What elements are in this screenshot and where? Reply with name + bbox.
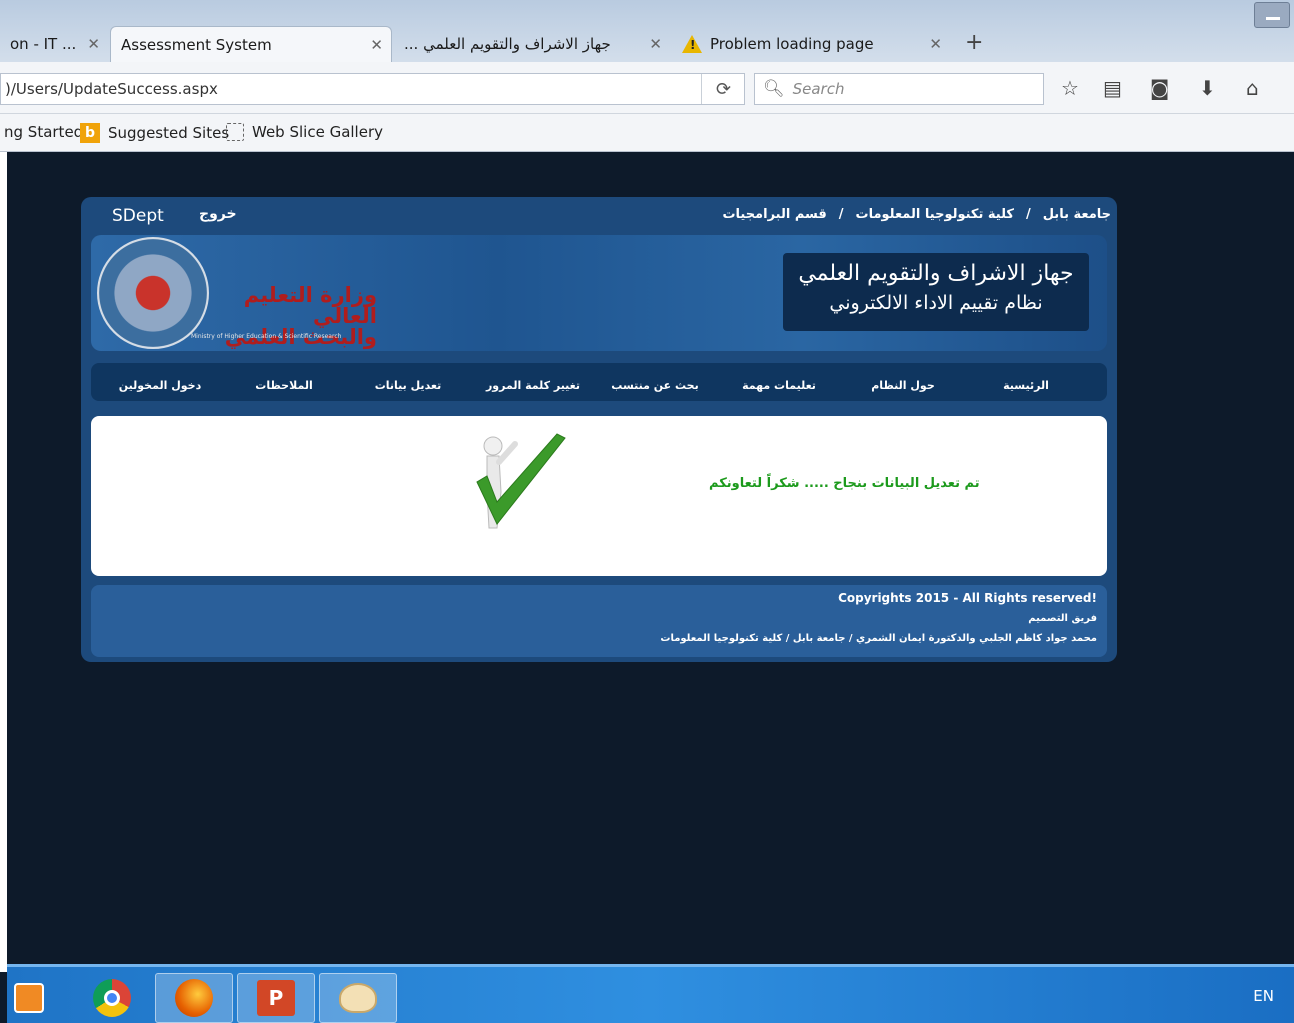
bookmark-star-icon[interactable]: ☆ xyxy=(1061,76,1079,100)
taskbar: P EN xyxy=(7,964,1294,1023)
success-message: تم تعديل البيانات بنجاح ..... شكراً لتعا… xyxy=(709,476,980,491)
paint-icon[interactable] xyxy=(319,973,397,1023)
footer: Copyrights 2015 - All Rights reserved! ف… xyxy=(91,585,1107,657)
close-icon[interactable]: ✕ xyxy=(929,35,942,53)
tab-problem-loading[interactable]: ! Problem loading page ✕ xyxy=(672,26,950,62)
window-edge xyxy=(0,152,7,972)
warning-icon: ! xyxy=(682,35,702,53)
browser-chrome: on - IT ... ✕ Assessment System ✕ ... جه… xyxy=(0,0,1294,152)
ministry-line1: وزارة التعليم العالي xyxy=(243,283,377,328)
content-panel: تم تعديل البيانات بنجاح ..... شكراً لتعا… xyxy=(91,416,1107,576)
web-slice-icon xyxy=(226,123,244,141)
page-subtitle: نظام تقييم الاداء الالكتروني xyxy=(829,292,1043,314)
top-bar: SDept خروج جامعة بابل / كلية تكنولوجيا ا… xyxy=(81,197,1117,235)
username: SDept xyxy=(112,206,164,226)
bookmark-label: Web Slice Gallery xyxy=(252,123,383,141)
reading-list-icon[interactable]: ▤ xyxy=(1103,76,1122,100)
tab-label: ... جهاز الاشراف والتقويم العلمي xyxy=(404,35,611,53)
url-bar[interactable]: )/Users/UpdateSuccess.aspx ⟳ xyxy=(0,73,745,105)
bookmark-web-slice-gallery[interactable]: Web Slice Gallery xyxy=(226,123,383,141)
menu-notes[interactable]: الملاحظات xyxy=(229,374,339,398)
search-placeholder: Search xyxy=(792,80,845,98)
tab-strip: on - IT ... ✕ Assessment System ✕ ... جه… xyxy=(0,0,1294,62)
success-check-icon xyxy=(476,433,566,529)
close-icon[interactable]: ✕ xyxy=(649,35,662,53)
media-player-icon[interactable] xyxy=(7,973,51,1023)
download-icon[interactable]: ⬇ xyxy=(1199,76,1216,100)
powerpoint-icon[interactable]: P xyxy=(237,973,315,1023)
menu-search-member[interactable]: بحث عن منتسب xyxy=(600,374,710,398)
breadcrumb-university[interactable]: جامعة بابل xyxy=(1043,207,1111,222)
bookmark-suggested-sites[interactable]: b Suggested Sites xyxy=(80,123,229,143)
ministry-english: Ministry of Higher Education & Scientifi… xyxy=(191,333,342,340)
search-icon: 🔍︎ xyxy=(763,79,785,99)
design-team-label: فريق التصميم xyxy=(1028,613,1097,624)
home-icon[interactable]: ⌂ xyxy=(1246,76,1259,100)
breadcrumb-separator: / xyxy=(1025,207,1031,222)
bing-icon: b xyxy=(80,123,100,143)
header-banner: وزارة التعليم العالي والبحث العلمي Minis… xyxy=(91,235,1107,351)
reload-icon[interactable]: ⟳ xyxy=(701,74,745,104)
breadcrumb-separator: / xyxy=(838,207,844,222)
copyright-text: Copyrights 2015 - All Rights reserved! xyxy=(838,591,1097,605)
breadcrumb: جامعة بابل / كلية تكنولوجيا المعلومات / … xyxy=(722,207,1111,222)
menu-instructions[interactable]: تعليمات مهمة xyxy=(724,374,834,398)
chrome-icon[interactable] xyxy=(73,973,151,1023)
navigation-bar: )/Users/UpdateSuccess.aspx ⟳ 🔍︎ Search ☆… xyxy=(0,62,1294,114)
bookmark-label: ng Started xyxy=(4,123,84,141)
language-indicator[interactable]: EN xyxy=(1253,987,1274,1005)
powerpoint-glyph: P xyxy=(257,980,295,1016)
menu-change-password[interactable]: تغيير كلمة المرور xyxy=(477,374,589,398)
page-title: جهاز الاشراف والتقويم العلمي xyxy=(798,261,1074,286)
menu-authorized-login[interactable]: دخول المخولين xyxy=(105,374,215,398)
tab-arabic-site[interactable]: ... جهاز الاشراف والتقويم العلمي ✕ xyxy=(394,26,670,62)
page-frame: SDept خروج جامعة بابل / كلية تكنولوجيا ا… xyxy=(81,197,1117,662)
url-text: )/Users/UpdateSuccess.aspx xyxy=(5,80,218,98)
main-menu: الرئيسية حول النظام تعليمات مهمة بحث عن … xyxy=(91,363,1107,401)
tab-label: on - IT ... xyxy=(10,35,77,53)
tab-label: Assessment System xyxy=(121,35,272,54)
new-tab-icon[interactable]: + xyxy=(965,30,983,55)
menu-about[interactable]: حول النظام xyxy=(848,374,958,398)
tab-label: Problem loading page xyxy=(710,35,874,53)
breadcrumb-college[interactable]: كلية تكنولوجيا المعلومات xyxy=(856,207,1014,222)
close-icon[interactable]: ✕ xyxy=(87,35,100,53)
search-input[interactable]: 🔍︎ Search xyxy=(754,73,1044,105)
bookmarks-bar: ng Started b Suggested Sites Web Slice G… xyxy=(0,114,1294,152)
system-title-box: جهاز الاشراف والتقويم العلمي نظام تقييم … xyxy=(783,253,1089,331)
bookmark-getting-started[interactable]: ng Started xyxy=(4,123,83,141)
tab-assessment-system[interactable]: Assessment System ✕ xyxy=(110,26,392,62)
tab-it[interactable]: on - IT ... ✕ xyxy=(0,26,108,62)
breadcrumb-department[interactable]: قسم البرامجيات xyxy=(722,207,826,222)
minimize-button[interactable] xyxy=(1254,2,1290,28)
menu-home[interactable]: الرئيسية xyxy=(971,374,1081,398)
logout-link[interactable]: خروج xyxy=(199,206,237,222)
bookmark-label: Suggested Sites xyxy=(108,124,230,142)
design-team-names: محمد جواد كاظم الجلبي والدكتورة ايمان ال… xyxy=(660,633,1097,644)
close-icon[interactable]: ✕ xyxy=(370,36,383,54)
pocket-icon[interactable]: ◙ xyxy=(1150,76,1169,100)
firefox-icon[interactable] xyxy=(155,973,233,1023)
menu-edit-data[interactable]: تعديل بيانات xyxy=(353,374,463,398)
